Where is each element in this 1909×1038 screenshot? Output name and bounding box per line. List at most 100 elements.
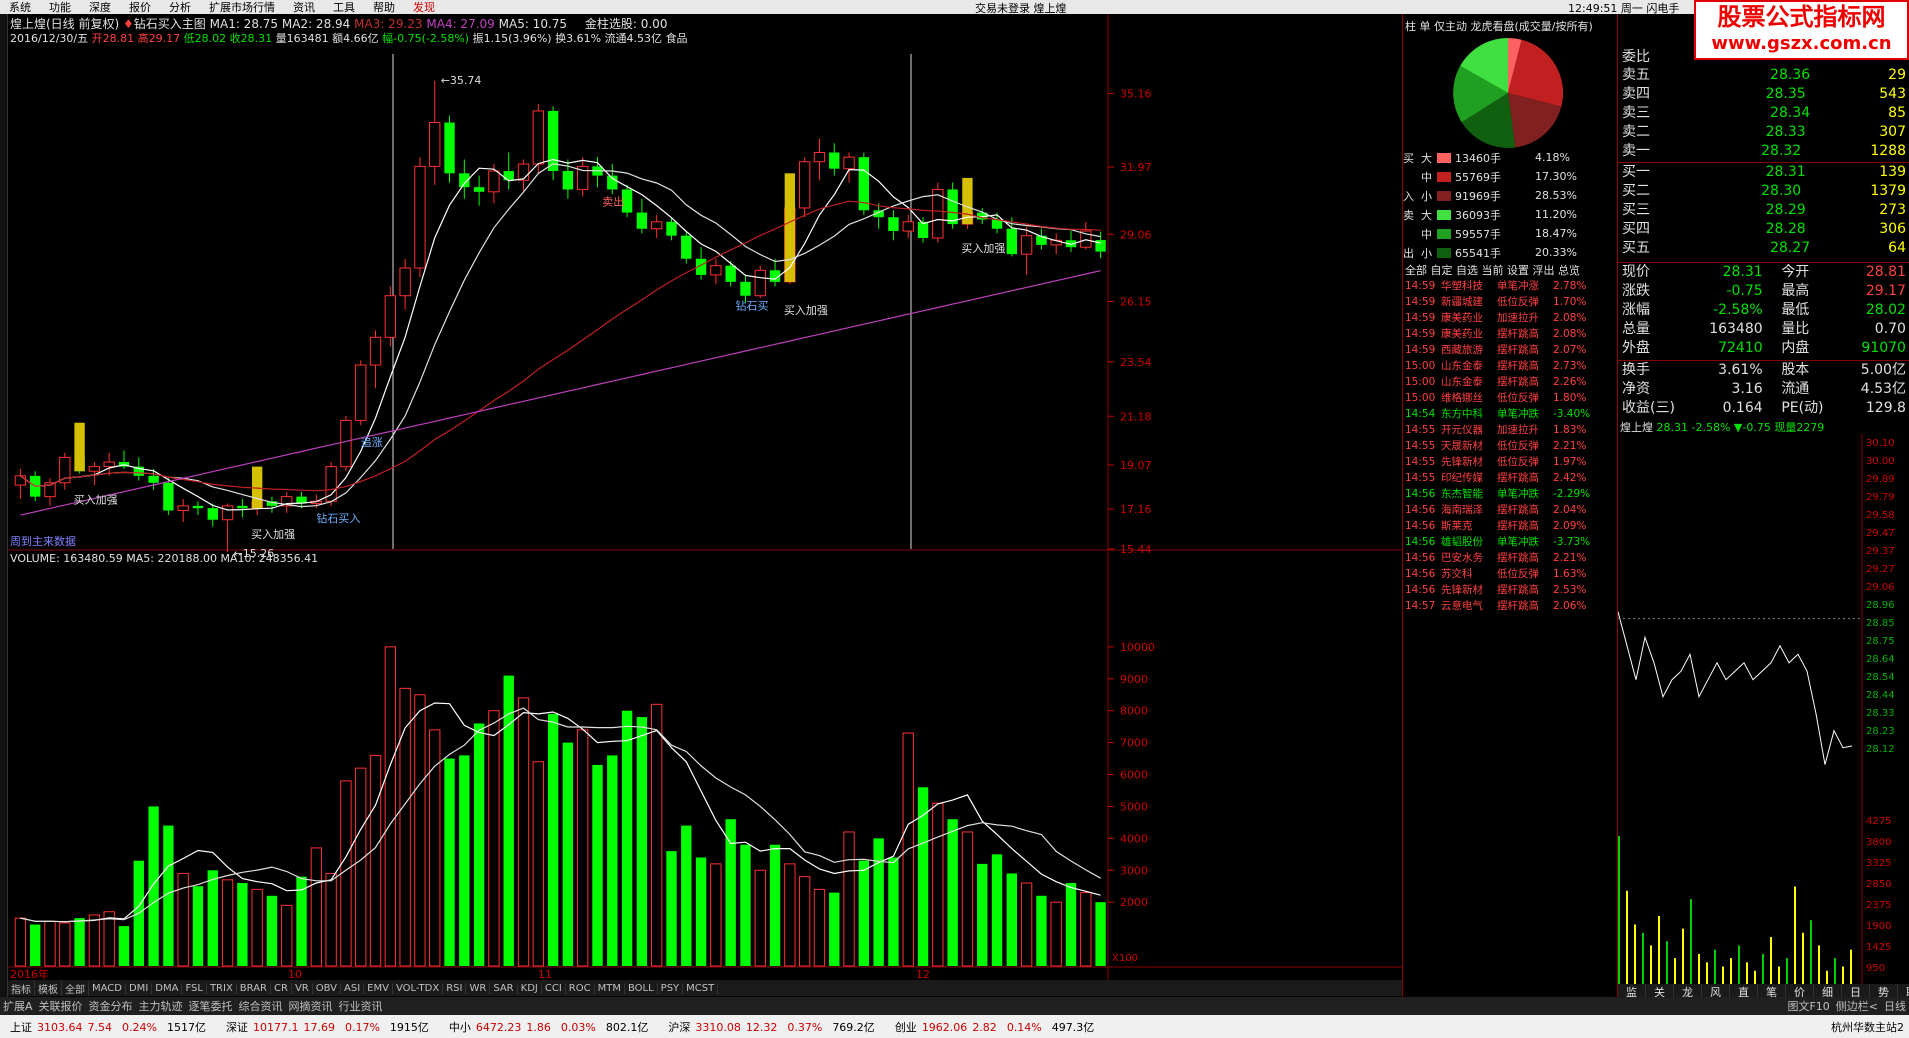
bottom-tab[interactable]: 综合资讯 — [236, 998, 286, 1014]
order-row[interactable]: 买五 28.27 64 — [1618, 239, 1909, 258]
menu-item[interactable]: 工具 — [324, 0, 364, 15]
bottom-right-button[interactable]: 图文F10 — [1784, 998, 1832, 1014]
alert-row[interactable]: 14:55 印纪传媒 摆杆跳高 2.42% — [1405, 470, 1615, 486]
kline-chart-area[interactable]: 煌上煌(日线 前复权) ♦钻石买入主图 MA1: 28.75 MA2: 28.9… — [8, 14, 1402, 1000]
indicator-tab[interactable]: PSY — [658, 982, 684, 994]
indicator-tab[interactable]: DMA — [152, 982, 183, 994]
order-row[interactable]: 卖一 28.32 1288 — [1618, 142, 1909, 161]
bottom-tab[interactable]: 扩展A — [0, 998, 36, 1014]
indicator-tab[interactable]: OBV — [313, 982, 341, 994]
indicator-tab[interactable]: MCST — [683, 982, 719, 994]
alert-row[interactable]: 14:56 雄韬股份 单笔冲跌 -3.73% — [1405, 534, 1615, 550]
intraday-chart[interactable]: 30.10 30.00 29.89 29.79 29.58 29.47 29.37 29.27… — [1618, 434, 1909, 1000]
indicator-tab[interactable]: BOLL — [625, 982, 658, 994]
alert-row[interactable]: 14:57 云意电气 摆杆跳高 2.06% — [1405, 598, 1615, 614]
indicator-tabs[interactable]: 指标 模板 全部 MACD DMI DMA FSL TRIX BRAR CR VR OBV ASI EMV… — [8, 980, 1402, 996]
left-sidebar[interactable] — [0, 14, 8, 1004]
menu-item[interactable]: 深度 — [80, 0, 120, 15]
indicator-tab[interactable]: 指标 — [8, 980, 35, 996]
indicator-tab[interactable]: 全部 — [62, 980, 89, 996]
alert-row[interactable]: 15:00 山东金泰 摆杆跳高 2.73% — [1405, 358, 1615, 374]
order-row[interactable]: 买二 28.30 1379 — [1618, 182, 1909, 201]
bottom-tab[interactable]: 资金分布 — [86, 998, 136, 1014]
vol-axis-label: 4000 — [1120, 832, 1148, 845]
menu-item[interactable]: 扩展市场行情 — [200, 0, 284, 15]
alert-list[interactable]: 14:59 华塑科技 单笔冲涨 2.78% 14:59 新疆城建 低位反弹 1.70% 14:5… — [1405, 278, 1615, 614]
alert-row[interactable]: 15:00 维格娜丝 低位反弹 1.80% — [1405, 390, 1615, 406]
alert-row[interactable]: 14:59 华塑科技 单笔冲涨 2.78% — [1405, 278, 1615, 294]
index-quote[interactable]: 创业 1962.06 2.82 0.14% 497.3亿 — [885, 1019, 1104, 1035]
quote-value: 72410 — [1718, 340, 1763, 356]
bottom-tabs[interactable]: 扩展A 关联报价 资金分布 主力轨迹 逐笔委托 综合资讯 网摘资讯 行业资讯 图文F10 侧边栏<… — [0, 997, 1909, 1015]
menu-item[interactable]: 功能 — [40, 0, 80, 15]
news-tabs[interactable]: 全部 自定 自选 当前 设置 浮出 总览 — [1405, 262, 1580, 278]
indicator-tab[interactable]: MTM — [595, 982, 625, 994]
order-row[interactable]: 买三 28.29 273 — [1618, 201, 1909, 220]
alert-row[interactable]: 15:00 山东金泰 摆杆跳高 2.26% — [1405, 374, 1615, 390]
indicator-tab[interactable]: SAR — [490, 982, 518, 994]
alert-row[interactable]: 14:59 新疆城建 低位反弹 1.70% — [1405, 294, 1615, 310]
index-quote[interactable]: 深证 10177.1 17.69 0.17% 1915亿 — [216, 1019, 439, 1035]
order-row[interactable]: 卖四 28.35 543 — [1618, 85, 1909, 104]
indicator-tab[interactable]: MACD — [89, 982, 126, 994]
alert-pct: 1.97% — [1553, 456, 1587, 468]
alert-row[interactable]: 14:59 康美药业 摆杆跳高 2.08% — [1405, 326, 1615, 342]
index-quote[interactable]: 中小 6472.23 1.86 0.03% 802.1亿 — [439, 1019, 658, 1035]
alert-row[interactable]: 14:56 东杰智能 单笔冲跌 -2.29% — [1405, 486, 1615, 502]
bottom-tab[interactable]: 关联报价 — [36, 998, 86, 1014]
indicator-tab[interactable]: BRAR — [237, 982, 271, 994]
indicator-tab[interactable]: ROC — [566, 982, 595, 994]
order-row[interactable]: 买一 28.31 139 — [1618, 163, 1909, 182]
indicator-tab[interactable]: CCI — [542, 982, 566, 994]
order-row[interactable]: 卖二 28.33 307 — [1618, 123, 1909, 142]
alert-row[interactable]: 14:59 康美药业 加速拉升 2.08% — [1405, 310, 1615, 326]
alert-row[interactable]: 14:55 开元仪器 加速拉升 1.83% — [1405, 422, 1615, 438]
indicator-tab[interactable]: TRIX — [207, 982, 237, 994]
indicator-tab[interactable]: CR — [271, 982, 292, 994]
bottom-right-button[interactable]: 侧边栏< — [1833, 998, 1881, 1014]
index-quote[interactable]: 上证 3103.64 7.54 0.24% 1517亿 — [0, 1019, 216, 1035]
date-axis-label: 10 — [288, 968, 302, 980]
alert-row[interactable]: 14:56 先锋新材 摆杆跳高 2.53% — [1405, 582, 1615, 598]
indicator-tab[interactable]: KDJ — [518, 982, 542, 994]
order-row[interactable]: 卖五 28.36 29 — [1618, 66, 1909, 85]
menu-item[interactable]: 分析 — [160, 0, 200, 15]
order-row[interactable]: 买四 28.28 306 — [1618, 220, 1909, 239]
bottom-tab[interactable]: 主力轨迹 — [136, 998, 186, 1014]
indicator-tab[interactable]: DMI — [126, 982, 153, 994]
order-row[interactable]: 卖三 28.34 85 — [1618, 104, 1909, 123]
indicator-tab[interactable]: ASI — [341, 982, 365, 994]
indicator-tab[interactable]: 模板 — [35, 980, 62, 996]
alert-row[interactable]: 14:55 天晟新材 低位反弹 2.21% — [1405, 438, 1615, 454]
kline-svg[interactable]: 35.16 31.97 29.06 26.15 23.54 21.18 19.07 17.16… — [8, 14, 1402, 980]
alert-row[interactable]: 14:59 西藏旅游 摆杆跳高 2.07% — [1405, 342, 1615, 358]
menu-item[interactable]: 帮助 — [364, 0, 404, 15]
flow-header[interactable]: 柱 单 仅主动 龙虎看盘(成交量/按所有) — [1405, 18, 1593, 34]
index-quote[interactable]: 沪深 3310.08 12.32 0.37% 769.2亿 — [658, 1019, 884, 1035]
ask-list[interactable]: 卖五 28.36 29 卖四 28.35 543 卖三 28.34 85 卖二 28.33 307 卖一… — [1618, 66, 1909, 161]
menu-item[interactable]: 资讯 — [284, 0, 324, 15]
alert-row[interactable]: 14:56 斯莱克 摆杆跳高 2.09% — [1405, 518, 1615, 534]
alert-row[interactable]: 14:56 苏交科 低位反弹 1.63% — [1405, 566, 1615, 582]
menu-item[interactable]: 报价 — [120, 0, 160, 15]
indicator-tab[interactable]: VOL-TDX — [393, 982, 444, 994]
indicator-tab[interactable]: FSL — [182, 982, 207, 994]
alert-row[interactable]: 14:56 巴安水务 摆杆跳高 2.21% — [1405, 550, 1615, 566]
bottom-tab[interactable]: 网摘资讯 — [286, 998, 336, 1014]
menu-item[interactable]: 发现 — [404, 0, 444, 15]
indicator-tab[interactable]: EMV — [364, 982, 393, 994]
alert-row[interactable]: 14:56 海南瑞泽 摆杆跳高 2.04% — [1405, 502, 1615, 518]
menu-item[interactable]: 系统 — [0, 0, 40, 15]
volume-bar — [1006, 873, 1017, 966]
bottom-right-button[interactable]: 日线 — [1881, 998, 1909, 1014]
chase-label: 追涨 — [361, 435, 383, 449]
indicator-tab[interactable]: RSI — [443, 982, 467, 994]
indicator-tab[interactable]: WR — [466, 982, 491, 994]
alert-row[interactable]: 14:54 东方中科 单笔冲跌 -3.40% — [1405, 406, 1615, 422]
indicator-tab[interactable]: VR — [292, 982, 313, 994]
bid-list[interactable]: 买一 28.31 139 买二 28.30 1379 买三 28.29 273 买四 28.28 30… — [1618, 162, 1909, 258]
alert-time: 14:56 — [1405, 488, 1436, 500]
alert-row[interactable]: 14:55 先锋新材 低位反弹 1.97% — [1405, 454, 1615, 470]
bottom-tab[interactable]: 行业资讯 — [336, 998, 386, 1014]
bottom-tab[interactable]: 逐笔委托 — [186, 998, 236, 1014]
